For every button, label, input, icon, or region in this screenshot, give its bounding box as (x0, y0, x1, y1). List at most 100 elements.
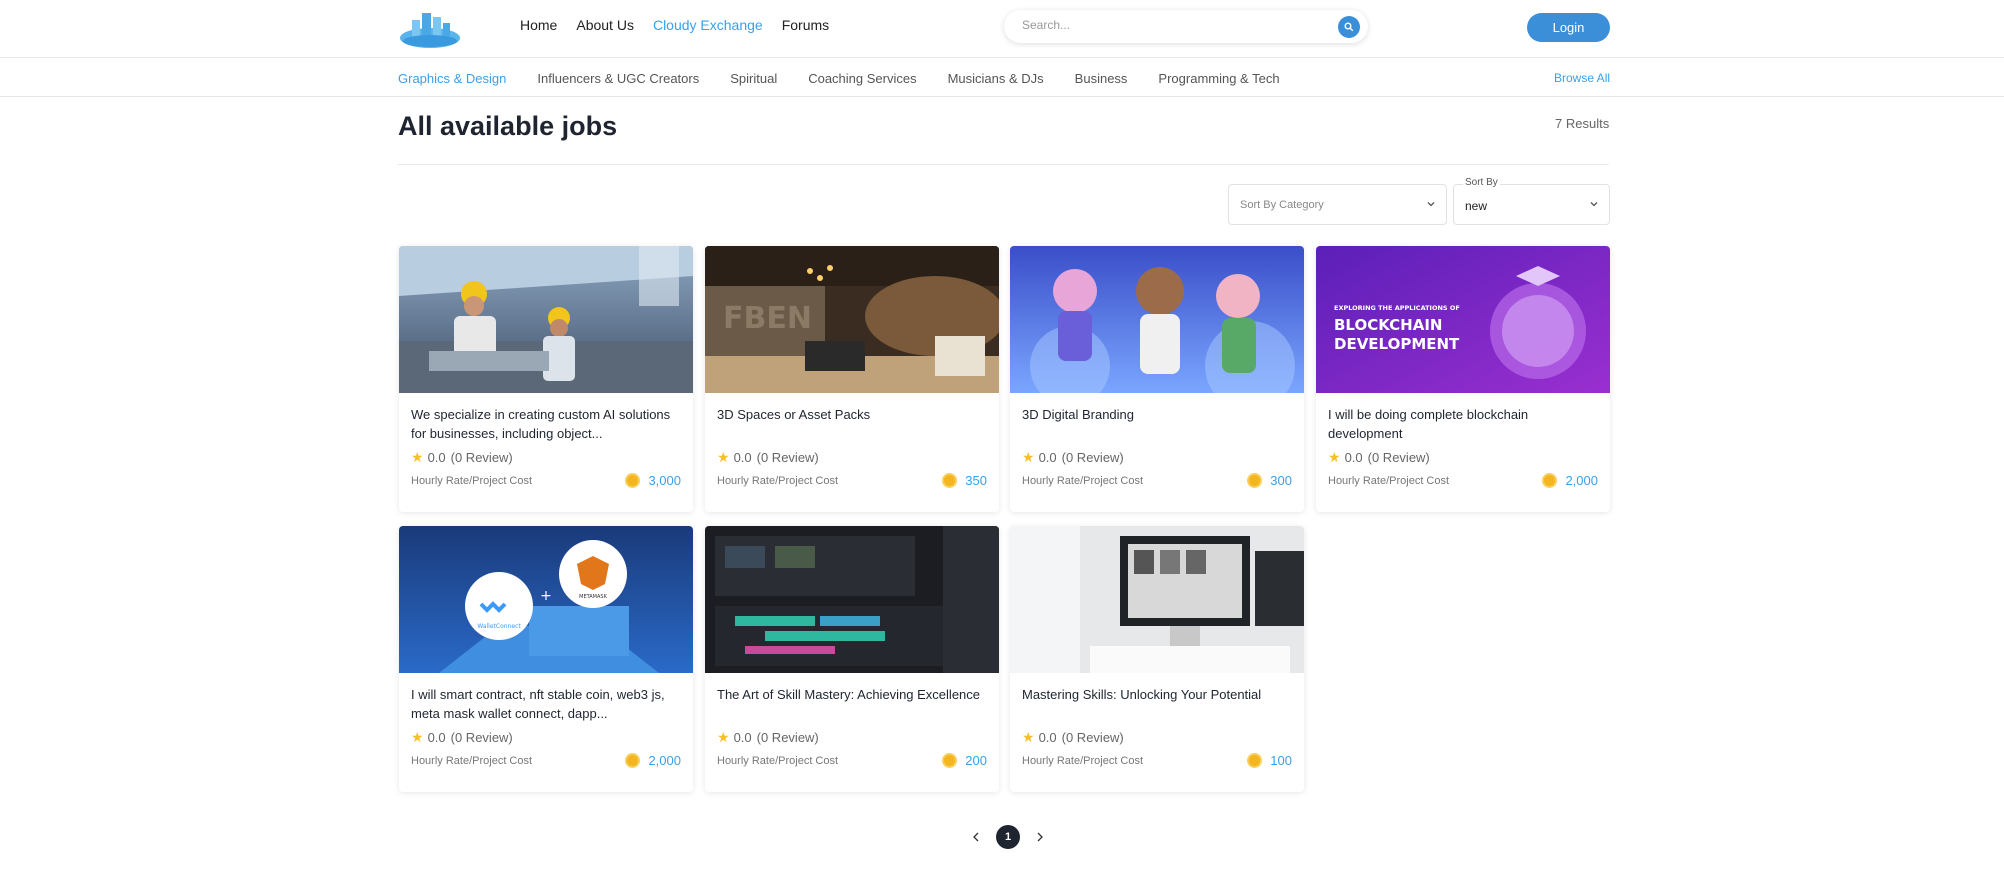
job-thumbnail-factory-workers (399, 246, 693, 393)
job-thumbnail-video-editor (705, 526, 999, 673)
svg-text:BLOCKCHAIN: BLOCKCHAIN (1334, 316, 1442, 334)
svg-text:METAMASK: METAMASK (579, 594, 607, 600)
star-icon: ★ (411, 729, 424, 745)
svg-text:FBEN: FBEN (723, 301, 812, 336)
coin-icon (625, 753, 641, 768)
job-title[interactable]: We specialize in creating custom AI solu… (411, 405, 681, 443)
top-header: Home About Us Cloudy Exchange Forums Log… (0, 0, 2004, 58)
svg-text:DEVELOPMENT: DEVELOPMENT (1334, 335, 1460, 353)
job-card[interactable]: FBEN 3D Spaces or Asset Packs ★ 0.0 (0 Rev… (705, 246, 999, 512)
category-musicians[interactable]: Musicians & DJs (948, 71, 1044, 86)
job-price: 2,000 (1542, 473, 1598, 488)
chevron-left-icon (973, 832, 979, 842)
job-rating: ★ 0.0 (0 Review) (411, 449, 513, 465)
browse-all-link[interactable]: Browse All (1554, 71, 1610, 85)
job-card[interactable]: 3D Digital Branding ★ 0.0 (0 Review) Hourl… (1010, 246, 1304, 512)
job-card[interactable]: Mastering Skills: Unlocking Your Potenti… (1010, 526, 1304, 792)
star-icon: ★ (717, 729, 730, 745)
star-icon: ★ (717, 449, 730, 465)
job-thumbnail-wallet-connect: WalletConnect METAMASK + (399, 526, 693, 673)
job-rating: ★ 0.0 (0 Review) (717, 449, 819, 465)
nav-forums[interactable]: Forums (782, 17, 829, 33)
chevron-down-icon (1427, 202, 1435, 207)
rate-label: Hourly Rate/Project Cost (1022, 755, 1144, 767)
coin-icon (1247, 753, 1263, 768)
job-card[interactable]: EXPLORING THE APPLICATIONS OF BLOCKCHAIN… (1316, 246, 1610, 512)
svg-text:WalletConnect: WalletConnect (477, 623, 521, 630)
job-title[interactable]: The Art of Skill Mastery: Achieving Exce… (717, 685, 987, 704)
job-price: 3,000 (625, 473, 681, 488)
search-icon (1344, 22, 1354, 32)
star-icon: ★ (1328, 449, 1341, 465)
job-price: 350 (942, 473, 987, 488)
job-thumbnail-blockchain: EXPLORING THE APPLICATIONS OF BLOCKCHAIN… (1316, 246, 1610, 393)
rate-label: Hourly Rate/Project Cost (1022, 475, 1144, 487)
job-rating: ★ 0.0 (0 Review) (1022, 449, 1124, 465)
prev-page-button[interactable] (968, 826, 984, 848)
results-count: 7 Results (1555, 116, 1610, 131)
job-price: 100 (1247, 753, 1292, 768)
rate-label: Hourly Rate/Project Cost (1328, 475, 1450, 487)
svg-text:EXPLORING THE APPLICATIONS OF: EXPLORING THE APPLICATIONS OF (1334, 304, 1460, 312)
sort-category-select[interactable]: Sort By Category (1228, 184, 1447, 225)
job-title[interactable]: 3D Digital Branding (1022, 405, 1292, 424)
svg-text:+: + (540, 588, 552, 604)
nav-cloudy-exchange[interactable]: Cloudy Exchange (653, 17, 763, 33)
job-title[interactable]: Mastering Skills: Unlocking Your Potenti… (1022, 685, 1292, 704)
page-title: All available jobs (398, 111, 618, 141)
category-graphics-design[interactable]: Graphics & Design (398, 71, 506, 86)
star-icon: ★ (1022, 449, 1035, 465)
login-button[interactable]: Login (1527, 13, 1610, 42)
coin-icon (1542, 473, 1558, 488)
coin-icon (1247, 473, 1263, 488)
star-icon: ★ (1022, 729, 1035, 745)
nav-home[interactable]: Home (520, 17, 557, 33)
nav-about-us[interactable]: About Us (576, 17, 634, 33)
rate-label: Hourly Rate/Project Cost (411, 475, 533, 487)
job-rating: ★ 0.0 (0 Review) (717, 729, 819, 745)
coin-icon (942, 473, 958, 488)
job-title[interactable]: I will smart contract, nft stable coin, … (411, 685, 681, 723)
job-thumbnail-3d-characters (1010, 246, 1304, 393)
category-programming[interactable]: Programming & Tech (1158, 71, 1279, 86)
coin-icon (942, 753, 958, 768)
job-price: 300 (1247, 473, 1292, 488)
job-card[interactable]: The Art of Skill Mastery: Achieving Exce… (705, 526, 999, 792)
job-price: 200 (942, 753, 987, 768)
page-number-button[interactable]: 1 (996, 825, 1020, 849)
job-thumbnail-desk-monitors (1010, 526, 1304, 673)
next-page-button[interactable] (1032, 826, 1048, 848)
star-icon: ★ (411, 449, 424, 465)
category-spiritual[interactable]: Spiritual (730, 71, 777, 86)
sort-category-placeholder: Sort By Category (1240, 199, 1324, 211)
category-influencers[interactable]: Influencers & UGC Creators (537, 71, 699, 86)
job-title[interactable]: I will be doing complete blockchain deve… (1328, 405, 1598, 443)
job-rating: ★ 0.0 (0 Review) (1328, 449, 1430, 465)
main-nav: Home About Us Cloudy Exchange Forums (520, 17, 848, 33)
rate-label: Hourly Rate/Project Cost (717, 755, 839, 767)
job-title[interactable]: 3D Spaces or Asset Packs (717, 405, 987, 424)
job-thumbnail-3d-gallery: FBEN (705, 246, 999, 393)
job-rating: ★ 0.0 (0 Review) (411, 729, 513, 745)
job-card[interactable]: We specialize in creating custom AI solu… (399, 246, 693, 512)
sort-by-value: new (1465, 199, 1488, 213)
job-card[interactable]: WalletConnect METAMASK + I will smart co… (399, 526, 693, 792)
search-bar (1004, 10, 1368, 43)
sort-by-label: Sort By (1463, 177, 1500, 188)
divider (398, 164, 1609, 165)
rate-label: Hourly Rate/Project Cost (411, 755, 533, 767)
chevron-down-icon (1590, 202, 1598, 207)
category-bar: Graphics & Design Influencers & UGC Crea… (0, 58, 2004, 97)
cloudycity-logo[interactable] (398, 8, 462, 48)
sort-by-select[interactable]: new (1453, 184, 1610, 225)
chevron-right-icon (1037, 832, 1043, 842)
category-business[interactable]: Business (1075, 71, 1128, 86)
search-button[interactable] (1338, 16, 1360, 38)
job-rating: ★ 0.0 (0 Review) (1022, 729, 1124, 745)
search-input[interactable] (1022, 18, 1322, 32)
coin-icon (625, 473, 641, 488)
rate-label: Hourly Rate/Project Cost (717, 475, 839, 487)
job-price: 2,000 (625, 753, 681, 768)
category-coaching[interactable]: Coaching Services (808, 71, 916, 86)
pagination: 1 (968, 825, 1048, 849)
